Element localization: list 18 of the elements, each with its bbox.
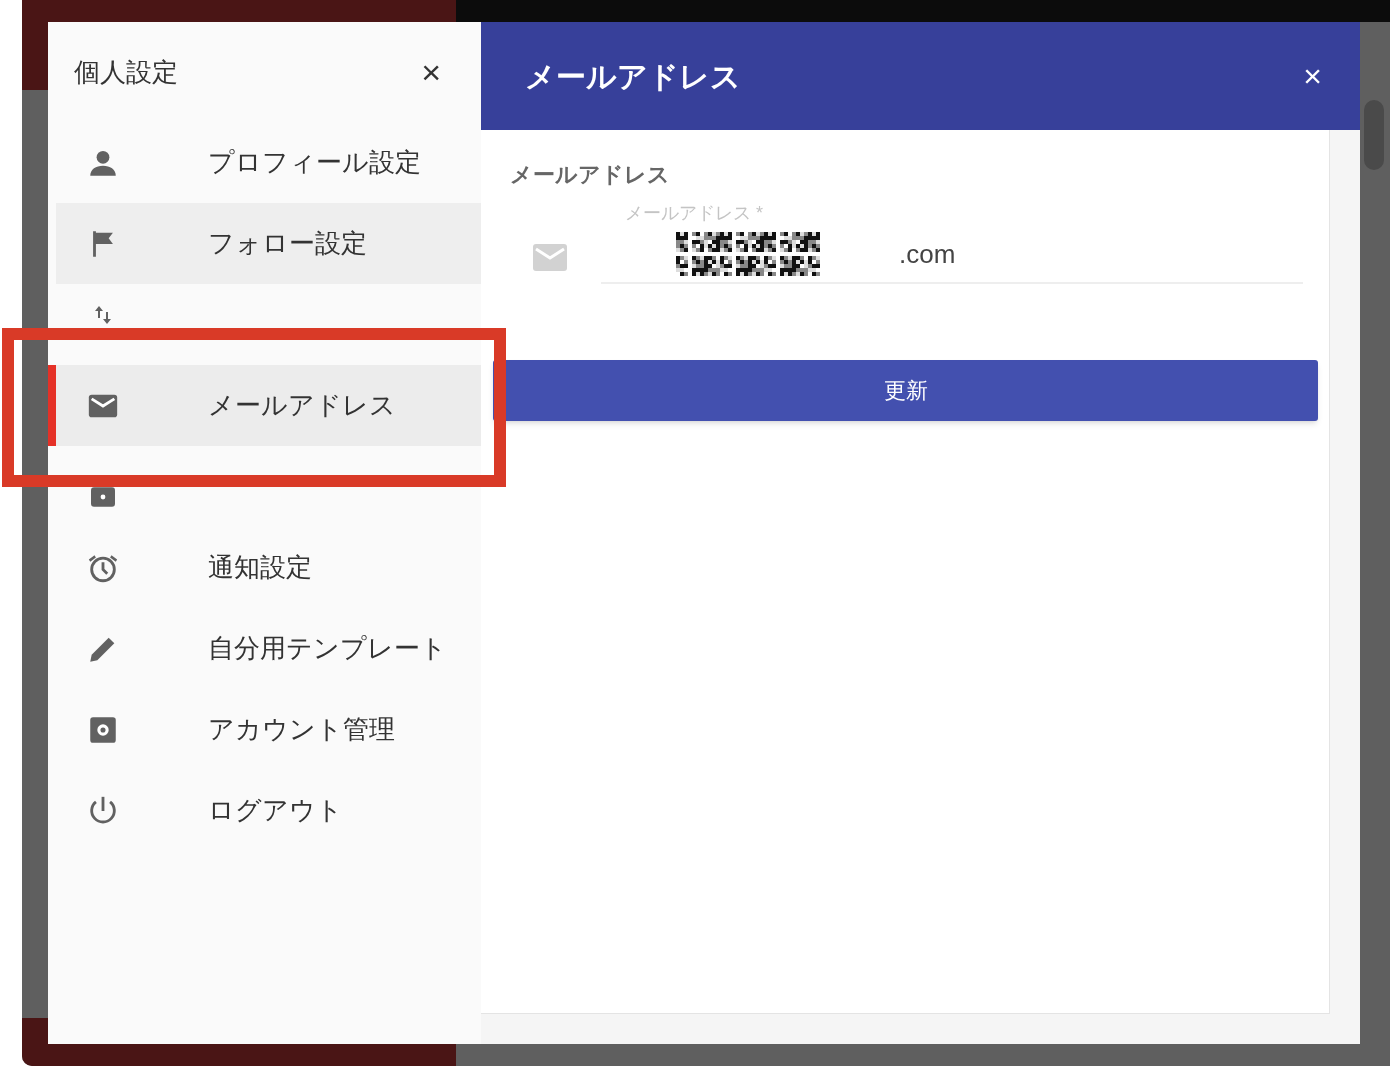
menu-item-label: フォロー設定	[208, 227, 367, 260]
menu-item-label: プロフィール設定	[208, 146, 421, 179]
close-button[interactable]: ×	[1303, 60, 1322, 92]
menu-item-label: ログアウト	[208, 794, 343, 827]
lock-icon	[91, 487, 115, 507]
menu-item-label: 自分用テンプレート	[208, 632, 447, 665]
mail-icon	[533, 244, 567, 271]
menu-item-label: メールアドレス	[208, 389, 396, 422]
field-label: メールアドレス *	[625, 202, 763, 225]
menu-item-label: 通知設定	[208, 551, 312, 584]
panel-title: メールアドレス	[525, 58, 741, 95]
close-button[interactable]: ×	[421, 55, 441, 89]
menu-item[interactable]: メールアドレス	[48, 365, 481, 446]
sidebar-title: 個人設定	[74, 55, 178, 89]
email-field[interactable]: .com	[601, 226, 1303, 284]
update-button[interactable]: 更新	[493, 360, 1318, 421]
menu-item-label: アカウント管理	[208, 713, 395, 746]
section-heading: メールアドレス	[510, 161, 670, 189]
